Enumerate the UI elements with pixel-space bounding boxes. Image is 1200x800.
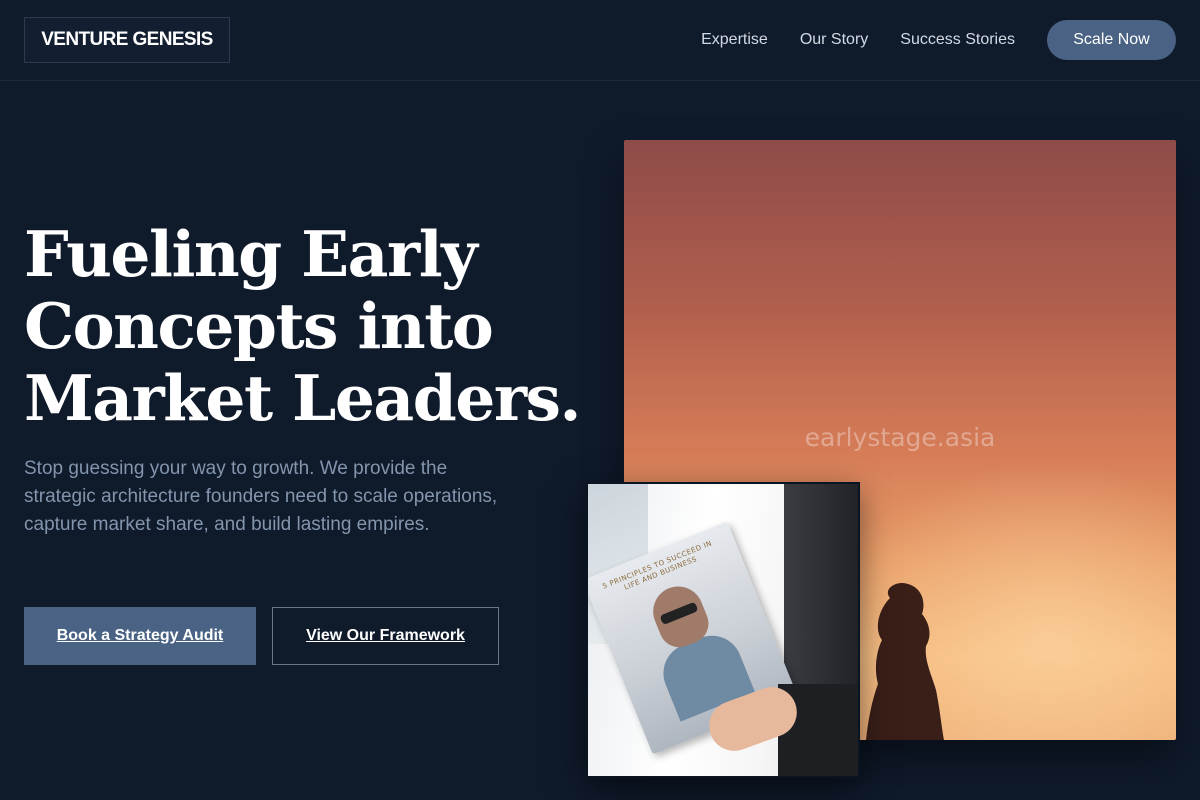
site-header: VENTURE GENESIS Expertise Our Story Succ… bbox=[0, 0, 1200, 81]
headline-line-2: Concepts into bbox=[24, 289, 494, 363]
image-watermark: earlystage.asia bbox=[804, 423, 996, 452]
nav-link-success-stories[interactable]: Success Stories bbox=[900, 31, 1015, 49]
hero-subcopy: Stop guessing your way to growth. We pro… bbox=[24, 458, 498, 535]
brand-logo[interactable]: VENTURE GENESIS bbox=[24, 17, 230, 63]
reading-book-image: 5 PRINCIPLES TO SUCCEED IN LIFE AND BUSI… bbox=[586, 482, 860, 778]
book-strategy-audit-button[interactable]: Book a Strategy Audit bbox=[24, 607, 256, 665]
main-nav: Expertise Our Story Success Stories Scal… bbox=[701, 0, 1176, 80]
nav-link-our-story[interactable]: Our Story bbox=[800, 31, 868, 49]
headline-line-3: Market Leaders. bbox=[24, 361, 581, 435]
view-framework-button[interactable]: View Our Framework bbox=[272, 607, 499, 665]
hero-headline: Fueling Early Concepts into Market Leade… bbox=[24, 218, 604, 434]
nav-link-expertise[interactable]: Expertise bbox=[701, 31, 768, 49]
scale-now-button[interactable]: Scale Now bbox=[1047, 20, 1176, 60]
person-silhouette-icon bbox=[866, 582, 944, 740]
headline-line-1: Fueling Early bbox=[24, 217, 478, 291]
